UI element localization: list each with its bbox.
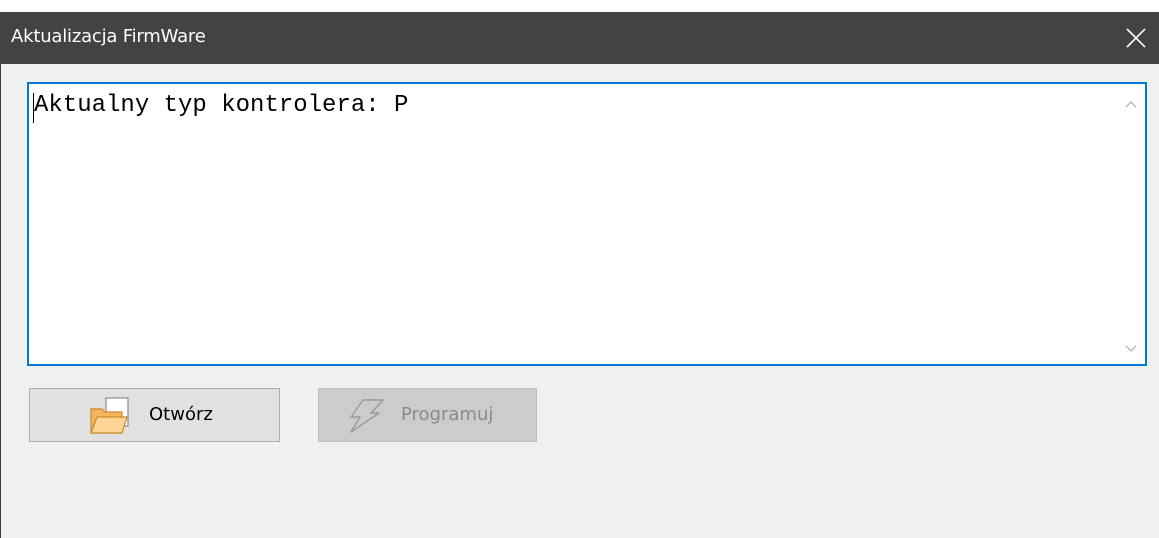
- log-textarea[interactable]: Aktualny typ kontrolera: P: [27, 82, 1147, 366]
- close-button[interactable]: [1113, 12, 1159, 64]
- close-icon: [1126, 28, 1146, 48]
- window-title: Aktualizacja FirmWare: [11, 26, 206, 47]
- firmware-update-window: Aktualizacja FirmWare Aktualny typ kontr…: [0, 12, 1159, 538]
- title-bar: Aktualizacja FirmWare: [0, 12, 1159, 64]
- folder-icon: [89, 397, 133, 440]
- open-button-label: Otwórz: [149, 404, 213, 425]
- program-button[interactable]: Programuj: [318, 388, 537, 442]
- window-border: [0, 64, 1, 538]
- scroll-down-button[interactable]: [1121, 338, 1141, 358]
- chevron-down-icon: [1125, 345, 1137, 352]
- lightning-icon: [345, 398, 387, 439]
- open-button[interactable]: Otwórz: [29, 388, 280, 442]
- scroll-up-button[interactable]: [1121, 94, 1141, 114]
- log-text: Aktualny typ kontrolera: P: [34, 92, 409, 119]
- program-button-label: Programuj: [401, 404, 494, 425]
- chevron-up-icon: [1125, 101, 1137, 108]
